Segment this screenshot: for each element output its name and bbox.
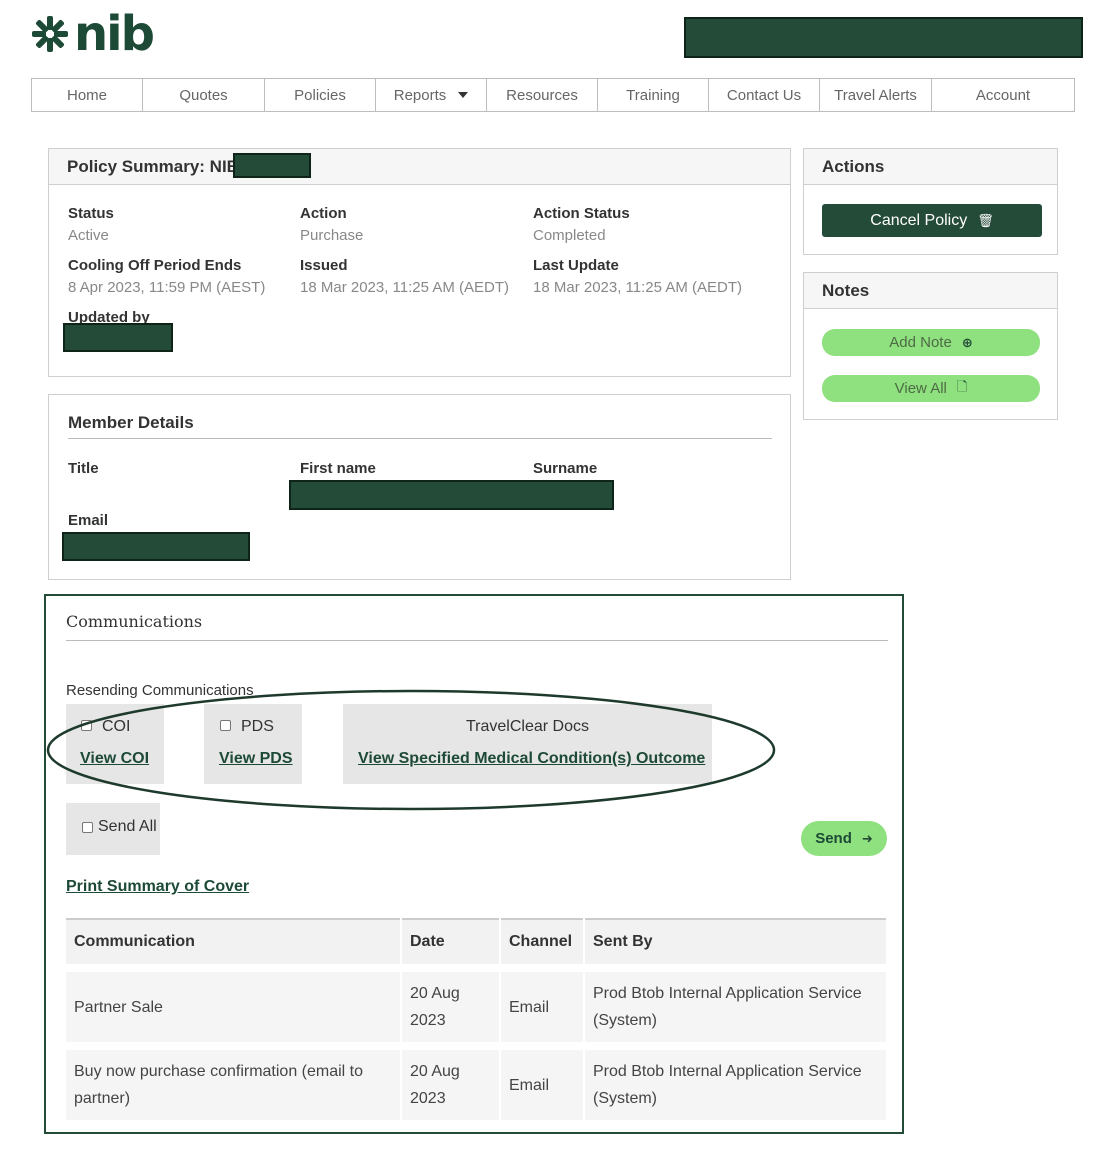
- redacted-policy-number: [233, 153, 311, 178]
- row-communication: Buy now purchase confirmation (email to …: [66, 1042, 402, 1120]
- communications-table: Communication Date Channel Sent By Partn…: [66, 918, 888, 1120]
- last-update-label: Last Update: [533, 257, 619, 274]
- col-sent-by: Sent By: [584, 918, 888, 968]
- send-all-label: Send All: [98, 818, 157, 835]
- issued-label: Issued: [300, 257, 348, 274]
- member-details-divider: [68, 438, 772, 439]
- nav-account[interactable]: Account: [932, 79, 1074, 111]
- nav-travel-alerts[interactable]: Travel Alerts: [820, 79, 932, 111]
- nav-label: Home: [66, 86, 107, 104]
- nav-policies[interactable]: Policies: [265, 79, 376, 111]
- plus-circle-icon: ⊕: [961, 334, 973, 350]
- redacted-updated-by: [63, 323, 173, 352]
- table-row: Partner Sale 20 Aug 2023 Email Prod Btob…: [66, 964, 888, 1046]
- actions-title-text: Actions: [822, 156, 885, 176]
- nav-training[interactable]: Training: [598, 79, 709, 111]
- nav-label: Travel Alerts: [834, 86, 917, 104]
- nav-label: Training: [626, 86, 680, 104]
- add-note-button[interactable]: Add Note ⊕: [822, 329, 1040, 356]
- communications-title: Communications: [66, 612, 203, 631]
- nav-label: Reports: [393, 86, 447, 104]
- nib-flower-icon: [32, 16, 68, 52]
- row-date: 20 Aug 2023: [401, 1042, 501, 1120]
- last-update-value: 18 Mar 2023, 11:25 AM (AEDT): [533, 279, 742, 296]
- row-communication: Partner Sale: [66, 964, 402, 1046]
- arrow-circle-icon: ➜: [861, 830, 873, 846]
- view-all-notes-button[interactable]: View All 🗋: [822, 375, 1040, 402]
- email-label: Email: [68, 512, 109, 529]
- action-status-value: Completed: [533, 227, 606, 244]
- communications-panel: Communications Resending Communications …: [44, 594, 904, 1134]
- col-communication: Communication: [66, 918, 402, 968]
- nav-contact-us[interactable]: Contact Us: [709, 79, 820, 111]
- add-note-label: Add Note: [889, 334, 952, 351]
- nav-label: Account: [975, 86, 1031, 104]
- action-label: Action: [300, 205, 347, 222]
- logo-text: nib: [74, 6, 155, 62]
- action-status-label: Action Status: [533, 205, 630, 222]
- policy-summary-panel: Policy Summary: NIB Status Active Action…: [48, 148, 791, 377]
- col-date: Date: [401, 918, 501, 968]
- actions-panel: Actions Cancel Policy 🗑: [803, 148, 1058, 255]
- notes-panel: Notes Add Note ⊕ View All 🗋: [803, 272, 1058, 420]
- first-name-label: First name: [300, 460, 376, 477]
- cooling-off-label: Cooling Off Period Ends: [68, 257, 242, 274]
- col-channel: Channel: [500, 918, 585, 968]
- communications-divider: [66, 640, 888, 641]
- row-sent-by: Prod Btob Internal Application Service (…: [584, 964, 888, 1046]
- policy-summary-title-text: Policy Summary: NIB: [67, 156, 239, 176]
- main-nav: Home Quotes Policies Reports Resources T…: [31, 78, 1075, 112]
- notes-title-text: Notes: [822, 280, 870, 300]
- document-icon: 🗋: [956, 378, 968, 394]
- nav-label: Contact Us: [726, 86, 802, 104]
- cancel-policy-button[interactable]: Cancel Policy 🗑: [822, 204, 1042, 237]
- redacted-email: [62, 532, 250, 561]
- table-row: Buy now purchase confirmation (email to …: [66, 1042, 888, 1120]
- issued-value: 18 Mar 2023, 11:25 AM (AEDT): [300, 279, 509, 296]
- row-date: 20 Aug 2023: [401, 964, 501, 1046]
- nib-logo[interactable]: nib: [30, 6, 155, 62]
- nav-resources[interactable]: Resources: [487, 79, 598, 111]
- member-details-title: Member Details: [68, 413, 194, 432]
- nav-home[interactable]: Home: [32, 79, 143, 111]
- send-all-checkbox[interactable]: [82, 822, 93, 833]
- action-value: Purchase: [300, 227, 364, 244]
- send-label: Send: [815, 830, 852, 847]
- status-label: Status: [68, 205, 114, 222]
- row-channel: Email: [500, 1042, 585, 1120]
- actions-title: Actions: [804, 149, 1057, 185]
- nav-quotes[interactable]: Quotes: [143, 79, 265, 111]
- status-value: Active: [68, 227, 109, 244]
- caret-down-icon: [458, 92, 469, 98]
- surname-label: Surname: [533, 460, 598, 477]
- trash-icon: 🗑: [977, 212, 994, 228]
- row-sent-by: Prod Btob Internal Application Service (…: [584, 1042, 888, 1120]
- table-header-row: Communication Date Channel Sent By: [66, 918, 888, 968]
- row-channel: Email: [500, 964, 585, 1046]
- policy-summary-title: Policy Summary: NIB: [49, 149, 790, 185]
- print-summary-link[interactable]: Print Summary of Cover: [66, 878, 249, 896]
- nav-label: Policies: [294, 86, 346, 104]
- nav-reports[interactable]: Reports: [376, 79, 487, 111]
- cooling-off-value: 8 Apr 2023, 11:59 PM (AEST): [68, 279, 266, 296]
- send-button[interactable]: Send ➜: [801, 821, 887, 856]
- cancel-policy-label: Cancel Policy: [870, 211, 968, 229]
- member-details-panel: Member Details Title First name Surname …: [48, 394, 791, 580]
- title-label: Title: [68, 460, 99, 477]
- redacted-user-info: [684, 17, 1083, 58]
- nav-label: Quotes: [179, 86, 228, 104]
- notes-title: Notes: [804, 273, 1057, 309]
- redacted-member-name: [289, 480, 614, 510]
- highlight-ellipse: [46, 689, 776, 811]
- nav-label: Resources: [506, 86, 578, 104]
- view-all-label: View All: [894, 380, 947, 397]
